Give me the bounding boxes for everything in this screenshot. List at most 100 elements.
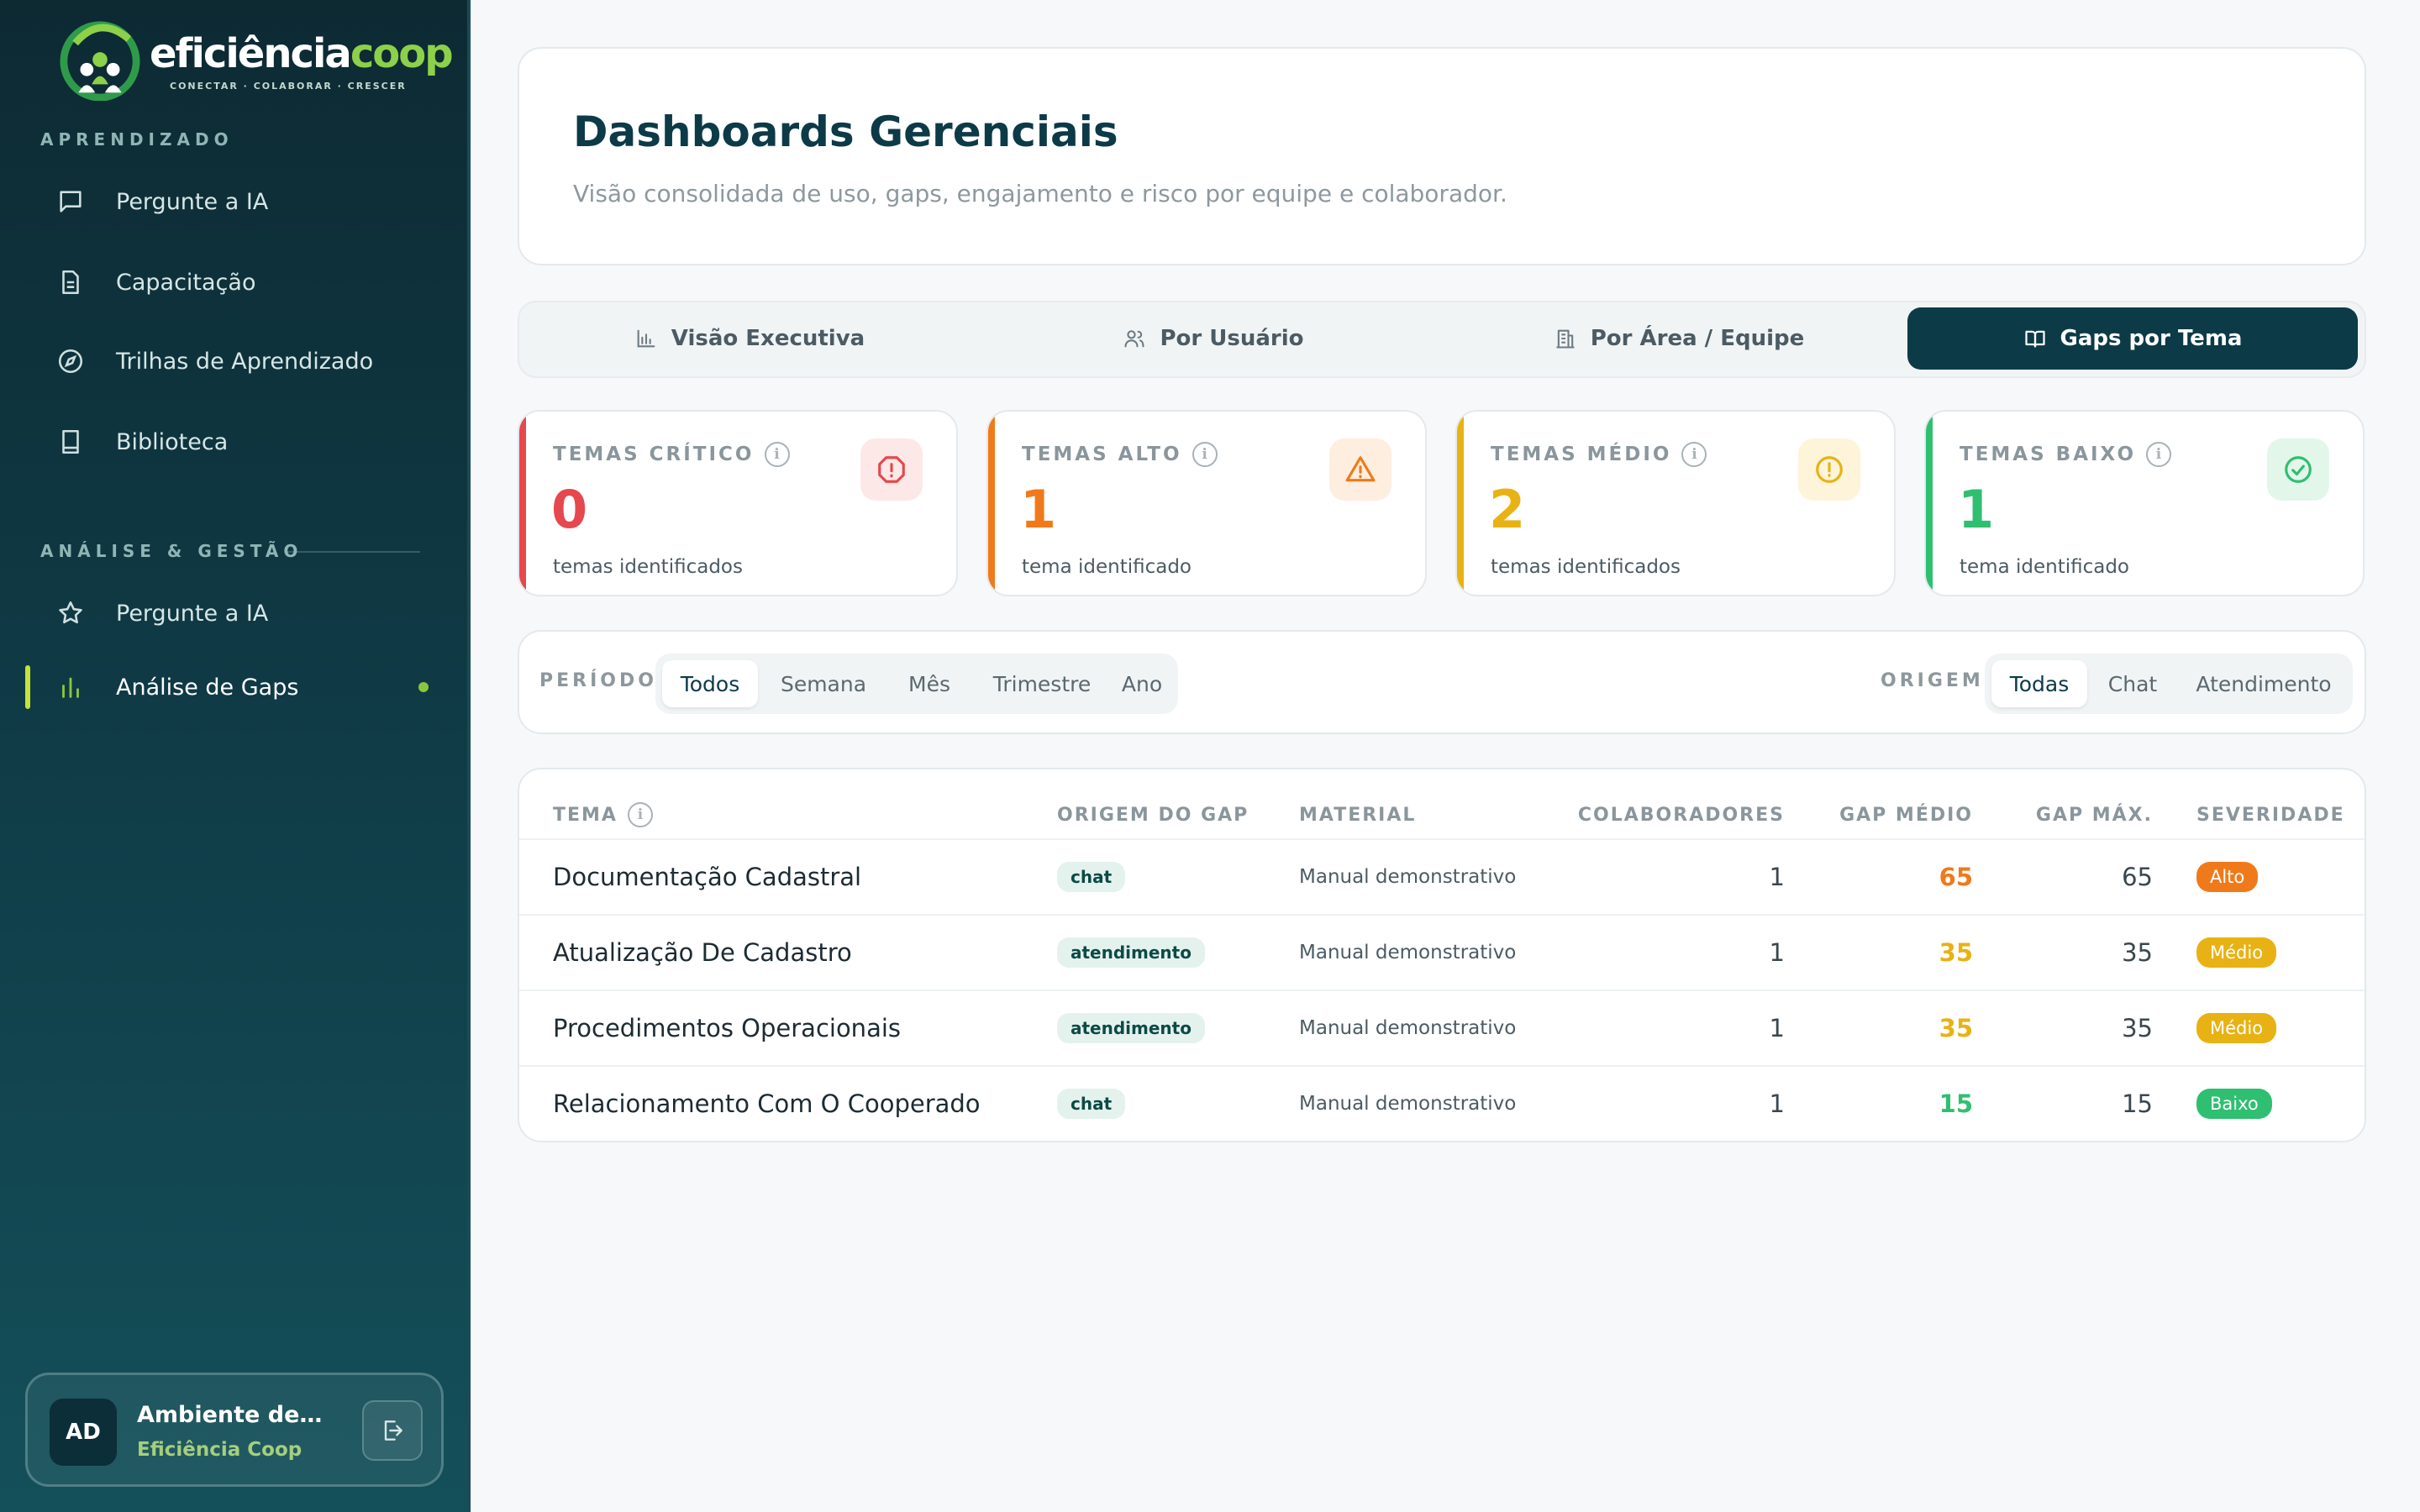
bar-chart-icon <box>637 329 655 348</box>
sidebar-item-library[interactable]: Biblioteca <box>27 408 444 475</box>
sidebar-item-label: Pergunte a IA <box>116 188 269 215</box>
gap-max-cell: 35 <box>2122 1014 2153 1042</box>
stat-card-critical: TEMAS CRÍTICO i 0 temas identificados <box>518 410 958 596</box>
origin-option-all[interactable]: Todas <box>1991 660 2087 707</box>
stat-value: 2 <box>1489 479 1526 540</box>
collaborators-cell: 1 <box>1769 1014 1785 1042</box>
period-segmented-control: Todos Semana Mês Trimestre Ano <box>655 654 1178 714</box>
tab-by-area-team[interactable]: Por Área / Equipe <box>1454 307 1904 370</box>
column-header-material[interactable]: MATERIAL <box>1299 793 1416 837</box>
table-row[interactable]: Atualização De Cadastro atendimento Manu… <box>519 914 2365 990</box>
users-icon <box>1124 330 1145 348</box>
info-icon[interactable]: i <box>764 442 790 467</box>
column-header-origin[interactable]: ORIGEM DO GAP <box>1057 793 1249 837</box>
severity-cell: Baixo <box>2196 1067 2272 1141</box>
gaps-table: TEMA i ORIGEM DO GAP MATERIAL COLABORADOR… <box>518 768 2366 1142</box>
active-dot <box>418 682 429 692</box>
sidebar-item-ask-ai[interactable]: Pergunte a IA <box>27 168 444 235</box>
book-icon <box>54 425 87 459</box>
period-option-all[interactable]: Todos <box>662 660 758 707</box>
material-cell: Manual demonstrativo <box>1299 942 1517 963</box>
period-option-week[interactable]: Semana <box>763 660 884 707</box>
origin-filter-label: ORIGEM <box>1881 670 1984 691</box>
sidebar-item-training[interactable]: Capacitação <box>27 249 444 316</box>
page-header: Dashboards Gerenciais Visão consolidada … <box>518 47 2366 265</box>
stat-value: 1 <box>1958 479 1995 540</box>
material-cell: Manual demonstrativo <box>1299 1093 1517 1115</box>
sidebar: eficiênciacoop CONECTAR · COLABORAR · CR… <box>0 0 471 1512</box>
column-header-gap-avg[interactable]: GAP MÉDIO <box>1830 793 1973 837</box>
stat-card-high: TEMAS ALTO i 1 tema identificado <box>986 410 1427 596</box>
gap-avg-cell: 65 <box>1939 863 1973 891</box>
stat-card-medium: TEMAS MÉDIO i 2 temas identificados <box>1455 410 1896 596</box>
stat-label: TEMAS MÉDIO i <box>1491 442 1707 467</box>
stat-value: 0 <box>551 479 588 540</box>
logout-button[interactable] <box>362 1400 423 1461</box>
origin-cell: chat <box>1057 840 1126 914</box>
theme-cell: Atualização De Cadastro <box>553 938 852 967</box>
material-cell: Manual demonstrativo <box>1299 1017 1517 1039</box>
origin-cell: atendimento <box>1057 991 1205 1065</box>
origin-option-chat[interactable]: Chat <box>2091 660 2175 707</box>
user-name: Ambiente demonstração <box>137 1402 339 1428</box>
chat-icon <box>54 185 87 218</box>
tab-label: Visão Executiva <box>671 326 865 351</box>
severity-cell: Médio <box>2196 916 2277 990</box>
page-title: Dashboards Gerenciais <box>573 108 1118 156</box>
origin-chip: chat <box>1057 862 1126 892</box>
logo-mark-icon <box>60 21 140 101</box>
stat-label: TEMAS ALTO i <box>1022 442 1218 467</box>
severity-cell: Médio <box>2196 991 2277 1065</box>
info-icon[interactable]: i <box>627 802 653 827</box>
column-header-collaborators[interactable]: COLABORADORES <box>1570 793 1785 837</box>
table-row[interactable]: Documentação Cadastral chat Manual demon… <box>519 838 2365 914</box>
tab-executive-view[interactable]: Visão Executiva <box>524 307 975 370</box>
compass-icon <box>54 344 87 378</box>
period-option-quarter[interactable]: Trimestre <box>975 660 1109 707</box>
stat-description: tema identificado <box>1022 556 1192 578</box>
user-org: Eficiência Coop <box>137 1439 302 1461</box>
check-circle-icon <box>2267 438 2329 501</box>
alert-circle-icon <box>1798 438 1860 501</box>
warning-triangle-icon <box>1329 438 1392 501</box>
info-icon[interactable]: i <box>1681 442 1707 467</box>
column-header-gap-max[interactable]: GAP MÁX. <box>2015 793 2153 837</box>
table-row[interactable]: Procedimentos Operacionais atendimento M… <box>519 990 2365 1065</box>
tab-gaps-by-theme[interactable]: Gaps por Tema <box>1907 307 2358 370</box>
tab-by-user[interactable]: Por Usuário <box>988 307 1439 370</box>
theme-cell: Relacionamento Com O Cooperado <box>553 1089 981 1118</box>
sidebar-item-label: Biblioteca <box>116 428 229 455</box>
alert-octagon-icon <box>860 438 923 501</box>
sidebar-item-gap-analysis[interactable]: Análise de Gaps <box>27 654 444 721</box>
sidebar-item-label: Capacitação <box>116 269 256 296</box>
column-header-severity[interactable]: SEVERIDADE <box>2196 793 2345 837</box>
collaborators-cell: 1 <box>1769 1089 1785 1118</box>
column-header-theme[interactable]: TEMA i <box>553 793 653 837</box>
period-option-year[interactable]: Ano <box>1113 660 1171 707</box>
period-option-month[interactable]: Mês <box>887 660 971 707</box>
tab-label: Por Área / Equipe <box>1590 326 1805 351</box>
severity-badge: Baixo <box>2196 1089 2272 1119</box>
stat-label: TEMAS BAIXO i <box>1960 442 2172 467</box>
building-icon <box>1556 329 1575 349</box>
table-row[interactable]: Relacionamento Com O Cooperado chat Manu… <box>519 1065 2365 1141</box>
sidebar-item-label: Pergunte a IA <box>116 600 269 627</box>
info-icon[interactable]: i <box>1192 442 1218 467</box>
sidebar-item-learning-paths[interactable]: Trilhas de Aprendizado <box>27 328 444 395</box>
gap-max-cell: 15 <box>2122 1089 2153 1118</box>
origin-option-service[interactable]: Atendimento <box>2178 660 2349 707</box>
accent-bar <box>519 412 526 595</box>
accent-bar <box>988 412 995 595</box>
severity-badge: Médio <box>2196 937 2277 968</box>
sidebar-item-ask-ai-management[interactable]: Pergunte a IA <box>27 580 444 647</box>
origin-segmented-control: Todas Chat Atendimento <box>1985 654 2353 714</box>
section-label-management: ANÁLISE & GESTÃO <box>40 541 303 561</box>
accent-bar <box>1926 412 1933 595</box>
brand-logo[interactable]: eficiênciacoop CONECTAR · COLABORAR · CR… <box>59 18 454 102</box>
brand-tagline: CONECTAR · COLABORAR · CRESCER <box>170 81 407 92</box>
severity-badge: Médio <box>2196 1013 2277 1043</box>
dashboard-tabs: Visão Executiva Por Usuário Por Área / E… <box>518 301 2366 378</box>
avatar: AD <box>50 1399 117 1466</box>
info-icon[interactable]: i <box>2146 442 2172 467</box>
severity-cell: Alto <box>2196 840 2259 914</box>
